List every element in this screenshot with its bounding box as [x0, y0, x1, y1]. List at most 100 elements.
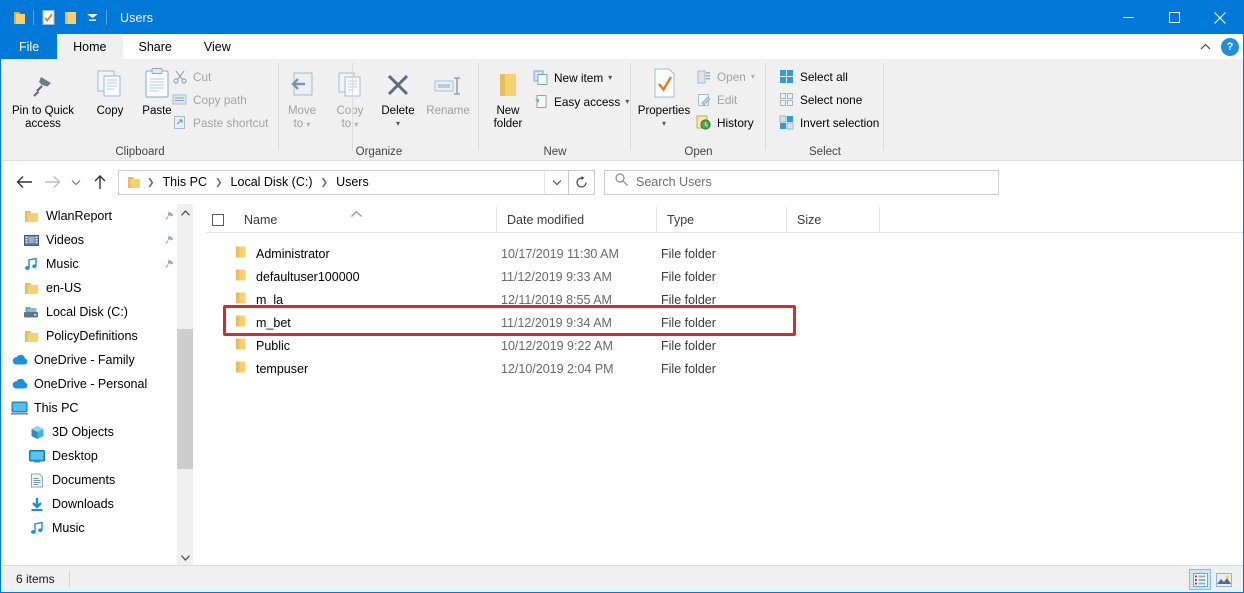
- navigation-pane[interactable]: WlanReport Videos Music en-US Local Disk (C:…: [2, 204, 192, 566]
- delete-label: Delete: [381, 105, 415, 117]
- minimize-button[interactable]: [1105, 1, 1151, 34]
- scroll-down-arrow-icon[interactable]: [177, 549, 193, 566]
- column-header-size[interactable]: Size: [786, 207, 879, 233]
- qat-new-folder-icon[interactable]: [59, 7, 81, 29]
- sidebar-item-label: Videos: [46, 233, 84, 247]
- new-folder-button[interactable]: New folder: [484, 63, 532, 131]
- move-to-caret-icon[interactable]: ▾: [306, 120, 310, 129]
- sidebar-item-desktop[interactable]: Desktop: [2, 444, 192, 468]
- crumb-separator-2[interactable]: ❯: [315, 177, 335, 188]
- sidebar-item-onedrive-personal[interactable]: OneDrive - Personal: [2, 372, 192, 396]
- pin-to-quick-access-button[interactable]: Pin to Quick access: [9, 63, 77, 131]
- address-dropdown-icon[interactable]: [544, 170, 568, 194]
- pin-icon[interactable]: [164, 209, 176, 224]
- sidebar-item-music[interactable]: Music: [2, 252, 192, 276]
- pin-icon[interactable]: [164, 257, 176, 272]
- breadcrumb-local-disk[interactable]: Local Disk (C:): [229, 175, 315, 189]
- easy-access-caret-icon[interactable]: ▾: [625, 97, 629, 106]
- title-bar: Users: [1, 1, 1243, 34]
- pin-icon[interactable]: [164, 233, 176, 248]
- help-button[interactable]: ?: [1221, 37, 1239, 56]
- window-title: Users: [120, 10, 154, 25]
- table-row[interactable]: Public 10/12/2019 9:22 AM File folder: [206, 334, 1243, 357]
- move-to-button[interactable]: Move to ▾: [279, 63, 325, 131]
- navigation-pane-scrollbar[interactable]: [177, 204, 193, 566]
- organize-group-label: Organize: [355, 146, 403, 158]
- forward-button[interactable]: [38, 168, 66, 196]
- table-row[interactable]: Administrator 10/17/2019 11:30 AM File fol…: [206, 242, 1243, 265]
- table-row[interactable]: tempuser 12/10/2019 2:04 PM File folder: [206, 357, 1243, 380]
- maximize-button[interactable]: [1151, 1, 1197, 34]
- open-caret-icon[interactable]: ▾: [751, 72, 755, 81]
- sidebar-item-this-pc[interactable]: This PC: [2, 396, 192, 420]
- properties-caret-icon[interactable]: ▾: [662, 119, 666, 128]
- table-row[interactable]: m_la 12/11/2019 8:55 AM File folder: [206, 288, 1243, 311]
- documents-icon: [28, 471, 46, 489]
- column-header-type[interactable]: Type: [656, 207, 786, 233]
- edit-button[interactable]: Edit: [695, 91, 737, 108]
- folder-icon: [234, 291, 248, 310]
- details-view-button[interactable]: [1189, 569, 1211, 590]
- table-row[interactable]: defaultuser100000 11/12/2019 9:33 AM File …: [206, 265, 1243, 288]
- recent-locations-button[interactable]: [66, 168, 86, 196]
- open-icon: [695, 68, 712, 85]
- cut-button[interactable]: Cut: [171, 68, 211, 85]
- sidebar-item-music[interactable]: Music: [2, 516, 192, 540]
- sidebar-item-videos[interactable]: Videos: [2, 228, 192, 252]
- qat-folder-icon[interactable]: [8, 7, 30, 29]
- sidebar-item-onedrive-family[interactable]: OneDrive - Family: [2, 348, 192, 372]
- copy-to-button[interactable]: Copy to ▾: [327, 63, 373, 131]
- cell-name: tempuser: [256, 361, 309, 376]
- copy-path-button[interactable]: Copy path: [171, 91, 247, 108]
- new-item-caret-icon[interactable]: ▾: [608, 73, 612, 82]
- qat-customize-dropdown-icon[interactable]: [81, 7, 103, 29]
- crumb-separator-1[interactable]: ❯: [209, 177, 229, 188]
- easy-access-button[interactable]: Easy access ▾: [532, 93, 629, 110]
- collapse-ribbon-icon[interactable]: [1195, 37, 1215, 57]
- address-path-box[interactable]: ❯ This PC ❯ Local Disk (C:) ❯ Users: [118, 169, 569, 195]
- open-button[interactable]: Open ▾: [695, 68, 755, 85]
- invert-selection-label: Invert selection: [800, 115, 880, 130]
- tab-share[interactable]: Share: [123, 34, 188, 59]
- sidebar-item-policydefinitions[interactable]: PolicyDefinitions: [2, 324, 192, 348]
- paste-shortcut-button[interactable]: Paste shortcut: [171, 114, 268, 131]
- qat-properties-icon[interactable]: [37, 7, 59, 29]
- breadcrumb-users[interactable]: Users: [334, 175, 371, 189]
- new-item-button[interactable]: New item ▾: [532, 69, 612, 86]
- sidebar-item-en-us[interactable]: en-US: [2, 276, 192, 300]
- breadcrumb-this-pc[interactable]: This PC: [161, 175, 209, 189]
- scrollbar-thumb[interactable]: [177, 329, 193, 469]
- tab-home[interactable]: Home: [57, 34, 123, 59]
- new-folder-icon: [493, 63, 523, 101]
- column-header-date-modified[interactable]: Date modified: [496, 207, 656, 233]
- select-none-label: Select none: [800, 92, 863, 107]
- invert-selection-button[interactable]: Invert selection: [778, 114, 879, 131]
- select-none-button[interactable]: Select none: [778, 91, 862, 108]
- tab-view[interactable]: View: [188, 34, 247, 59]
- tab-file[interactable]: File: [1, 34, 58, 59]
- table-row[interactable]: m_bet 11/12/2019 9:34 AM File folder: [206, 311, 1243, 334]
- sidebar-item-wlanreport[interactable]: WlanReport: [2, 204, 192, 228]
- sidebar-item-documents[interactable]: Documents: [2, 468, 192, 492]
- sidebar-item-downloads[interactable]: Downloads: [2, 492, 192, 516]
- up-button[interactable]: [86, 168, 114, 196]
- rename-button[interactable]: Rename: [421, 63, 475, 118]
- copy-to-caret-icon[interactable]: ▾: [354, 120, 358, 129]
- refresh-button[interactable]: [569, 169, 595, 195]
- large-icons-view-button[interactable]: [1213, 569, 1235, 590]
- delete-button[interactable]: Delete ▾: [375, 63, 421, 128]
- scroll-up-arrow-icon[interactable]: [177, 204, 193, 221]
- history-button[interactable]: History: [695, 114, 754, 131]
- crumb-separator-0: ❯: [147, 176, 155, 187]
- select-all-button[interactable]: Select all: [778, 68, 848, 85]
- properties-button[interactable]: Properties ▾: [633, 63, 695, 128]
- copy-to-icon: [333, 63, 367, 101]
- close-button[interactable]: [1197, 1, 1243, 34]
- back-button[interactable]: [10, 168, 38, 196]
- sidebar-item-label: Local Disk (C:): [46, 305, 128, 319]
- sidebar-item-local-disk-c[interactable]: Local Disk (C:): [2, 300, 192, 324]
- sidebar-item-3d-objects[interactable]: 3D Objects: [2, 420, 192, 444]
- cell-name: m_la: [256, 292, 284, 307]
- delete-caret-icon[interactable]: ▾: [396, 119, 400, 128]
- search-box[interactable]: Search Users: [604, 169, 999, 195]
